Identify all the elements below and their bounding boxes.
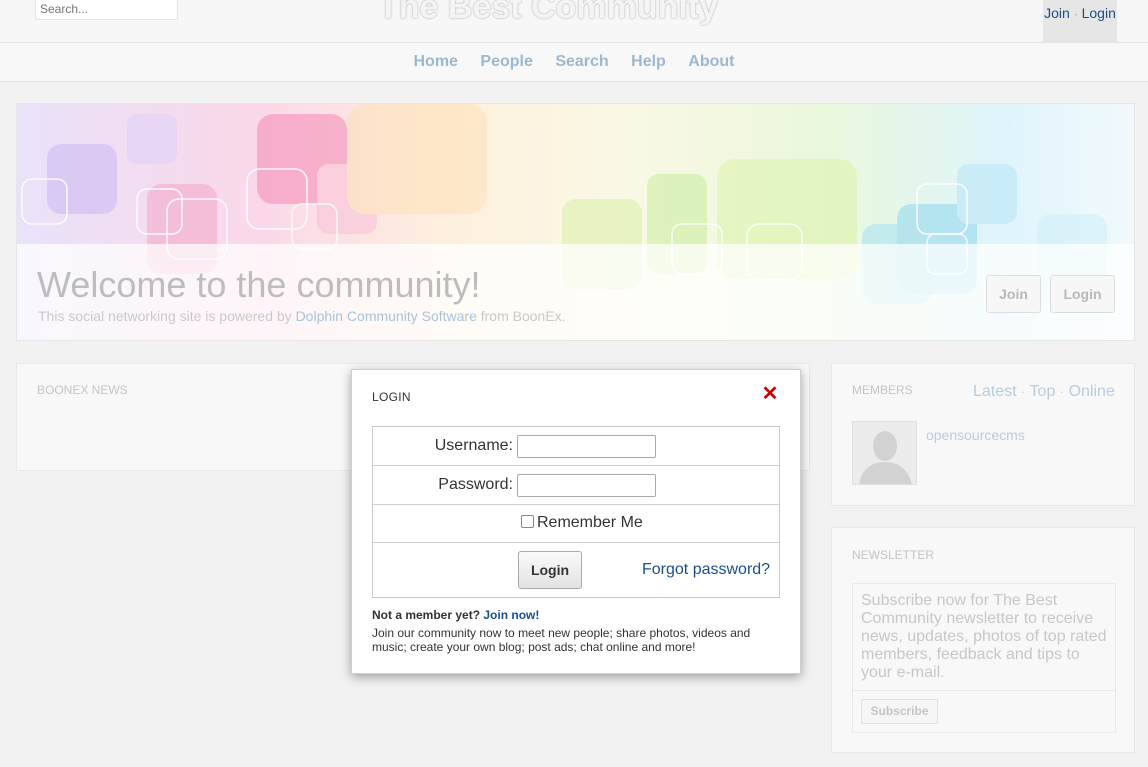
dolphin-link[interactable]: Dolphin Community Software: [296, 308, 477, 324]
subtitle-suffix: from BoonEx.: [476, 308, 566, 324]
welcome-subtitle: This social networking site is powered b…: [38, 308, 566, 324]
newsletter-panel: NEWSLETTER Subscribe now for The Best Co…: [831, 527, 1135, 753]
nav-item-people[interactable]: People: [480, 53, 532, 71]
members-title: MEMBERS: [852, 383, 913, 397]
nav-item-search[interactable]: Search: [555, 53, 608, 71]
username-row: Username:: [373, 427, 779, 466]
member-avatar[interactable]: [852, 421, 917, 485]
members-separator: ·: [1059, 384, 1065, 399]
not-member-text: Not a member yet?: [372, 608, 481, 622]
members-online-link[interactable]: Online: [1069, 383, 1115, 400]
top-bar: The Best Community Join · Login: [0, 0, 1148, 43]
password-label: Password:: [438, 476, 513, 493]
newsletter-divider: [853, 690, 1115, 691]
nav-item-about[interactable]: About: [688, 53, 734, 71]
not-member-line: Not a member yet? Join now!: [372, 608, 539, 622]
login-modal-title: LOGIN: [372, 390, 411, 404]
remember-row: Remember Me: [373, 505, 779, 543]
password-row: Password:: [373, 466, 779, 505]
user-silhouette-icon: [853, 422, 916, 484]
username-field[interactable]: [517, 435, 656, 458]
top-join-link[interactable]: Join: [1044, 5, 1070, 21]
top-search-input[interactable]: [35, 0, 178, 20]
welcome-title: Welcome to the community!: [37, 264, 481, 305]
boonex-news-title: BOONEX NEWS: [37, 383, 128, 397]
username-label: Username:: [434, 437, 513, 454]
newsletter-text: Subscribe now for The Best Community new…: [861, 592, 1107, 681]
forgot-password-link[interactable]: Forgot password?: [642, 561, 770, 579]
user-links: Join · Login: [1043, 0, 1117, 43]
login-submit-button[interactable]: Login: [518, 551, 582, 589]
join-now-link[interactable]: Join now!: [483, 608, 539, 622]
close-icon[interactable]: ✕: [760, 384, 780, 404]
members-top-link[interactable]: Top: [1030, 383, 1056, 400]
nav-item-home[interactable]: Home: [414, 53, 458, 71]
hero-join-button[interactable]: Join: [986, 275, 1041, 313]
join-description: Join our community now to meet new peopl…: [372, 626, 751, 654]
members-filter-links: Latest · Top · Online: [973, 383, 1115, 401]
subtitle-prefix: This social networking site is powered b…: [38, 308, 296, 324]
newsletter-box: Subscribe now for The Best Community new…: [852, 583, 1116, 733]
subscribe-button[interactable]: Subscribe: [861, 699, 938, 724]
hero-login-button[interactable]: Login: [1050, 275, 1115, 313]
main-nav: Home People Search Help About: [0, 43, 1148, 82]
members-latest-link[interactable]: Latest: [973, 383, 1017, 400]
login-modal: LOGIN ✕ Username: Password: Remember Me …: [351, 369, 801, 674]
remember-me-label: Remember Me: [537, 514, 643, 531]
password-field[interactable]: [517, 474, 656, 497]
members-panel: MEMBERS Latest · Top · Online opensource…: [831, 363, 1135, 506]
remember-me-checkbox[interactable]: [521, 515, 534, 528]
member-name-link[interactable]: opensourcecms: [926, 427, 1025, 443]
top-login-link[interactable]: Login: [1082, 5, 1116, 21]
nav-item-help[interactable]: Help: [631, 53, 666, 71]
newsletter-title: NEWSLETTER: [852, 548, 935, 562]
remember-me[interactable]: Remember Me: [521, 514, 643, 532]
site-title[interactable]: The Best Community: [378, 0, 778, 27]
welcome-banner: Welcome to the community! This social ne…: [16, 103, 1135, 341]
login-form: Username: Password: Remember Me Login Fo…: [372, 426, 780, 598]
top-links-separator: ·: [1073, 7, 1078, 21]
members-separator: ·: [1021, 384, 1026, 399]
submit-row: Login Forgot password?: [373, 543, 779, 597]
